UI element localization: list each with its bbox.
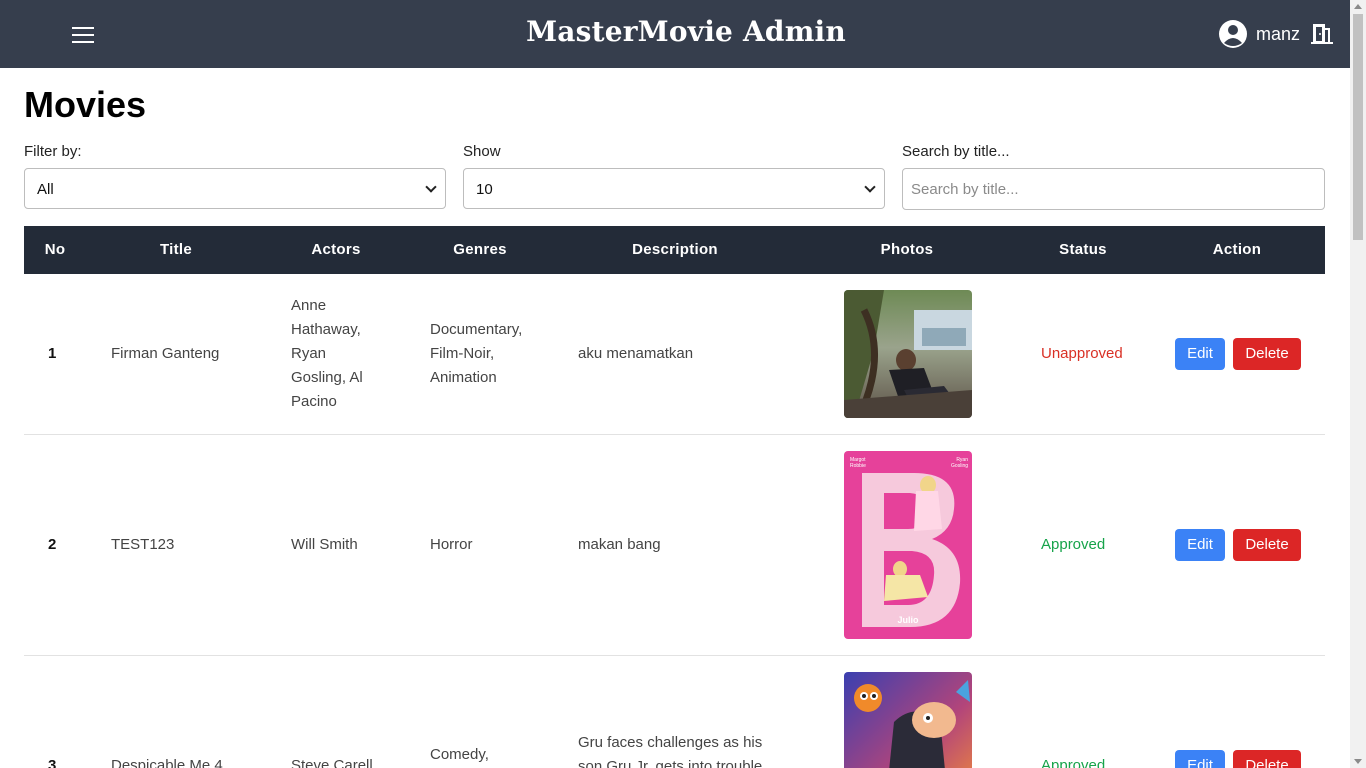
page-title: Movies: [24, 84, 147, 125]
edit-button[interactable]: Edit: [1175, 750, 1225, 768]
scroll-down-icon[interactable]: [1354, 759, 1362, 764]
delete-button[interactable]: Delete: [1233, 750, 1301, 768]
search-placeholder: Search by title...: [911, 181, 1019, 198]
row-number: 3: [48, 757, 57, 768]
poster-credit-right: Ryan Gosling: [951, 457, 968, 469]
filter-label: Filter by:: [24, 143, 82, 160]
movie-genres: Documentary, Film-Noir, Animation: [430, 321, 523, 386]
poster-credit-left: Margot Robbie: [850, 457, 866, 469]
movie-actors: Anne Hathaway, Ryan Gosling, Al Pacino: [291, 297, 363, 410]
top-navbar: MasterMovie Admin manz: [0, 0, 1350, 68]
scroll-up-icon[interactable]: [1354, 4, 1362, 9]
movie-genres: Horror: [430, 536, 473, 553]
page-scrollbar[interactable]: [1350, 0, 1366, 768]
chevron-down-icon: [864, 181, 876, 193]
column-header-genres: Genres: [453, 241, 507, 258]
movie-poster: Margot Robbie Ryan Gosling Julio: [844, 451, 972, 639]
show-label: Show: [463, 143, 501, 160]
movie-title: Despicable Me 4: [111, 757, 223, 768]
poster-release-text: Julio: [897, 615, 919, 625]
user-avatar-icon: [1218, 20, 1247, 48]
column-header-title: Title: [159, 241, 193, 258]
row-number: 1: [48, 345, 57, 362]
column-header-photos: Photos: [880, 241, 934, 258]
movie-description: Gru faces challenges as his son Gru Jr. …: [578, 734, 763, 768]
username-label: manz: [1255, 23, 1300, 44]
column-header-action: Action: [1212, 241, 1262, 258]
movie-description: makan bang: [578, 536, 661, 553]
show-select[interactable]: 10: [463, 168, 885, 209]
row-number: 2: [48, 536, 57, 553]
delete-button[interactable]: Delete: [1233, 338, 1301, 370]
movie-actors: Steve Carell: [291, 757, 373, 768]
column-header-description: Description: [632, 241, 718, 258]
status-badge: Unapproved: [1041, 345, 1123, 362]
status-badge: Approved: [1041, 536, 1106, 553]
filter-select[interactable]: All: [24, 168, 446, 209]
search-label: Search by title...: [902, 143, 1010, 160]
movie-title: TEST123: [111, 536, 175, 553]
table-row: 2 TEST123 Will Smith Horror makan bang M…: [24, 435, 1325, 656]
movie-actors: Will Smith: [291, 536, 358, 553]
status-badge: Approved: [1041, 757, 1106, 768]
table-row: 3 Despicable Me 4 Steve Carell Comedy, G…: [24, 656, 1325, 768]
edit-button[interactable]: Edit: [1175, 529, 1225, 561]
movie-title: Firman Ganteng: [111, 345, 220, 362]
edit-button[interactable]: Edit: [1175, 338, 1225, 370]
column-header-no: No: [44, 241, 66, 258]
show-select-value: 10: [476, 181, 493, 198]
delete-button[interactable]: Delete: [1233, 529, 1301, 561]
scroll-thumb[interactable]: [1353, 14, 1363, 240]
filter-select-value: All: [37, 181, 54, 198]
column-header-status: Status: [1059, 241, 1107, 258]
table-row: 1 Firman Ganteng Anne Hathaway, Ryan Gos…: [24, 274, 1325, 435]
chevron-down-icon: [425, 181, 437, 193]
search-input[interactable]: Search by title...: [902, 168, 1325, 210]
table-header: No Title Actors Genres Description Photo…: [24, 226, 1325, 274]
movie-poster: [844, 672, 972, 768]
logout-icon[interactable]: [1310, 23, 1334, 45]
column-header-actors: Actors: [311, 241, 361, 258]
user-menu[interactable]: manz: [1218, 19, 1334, 49]
movie-photo: [844, 290, 972, 418]
movie-description: aku menamatkan: [578, 345, 694, 362]
movie-genres: Comedy,: [430, 746, 489, 763]
app-title: MasterMovie Admin: [526, 15, 846, 48]
